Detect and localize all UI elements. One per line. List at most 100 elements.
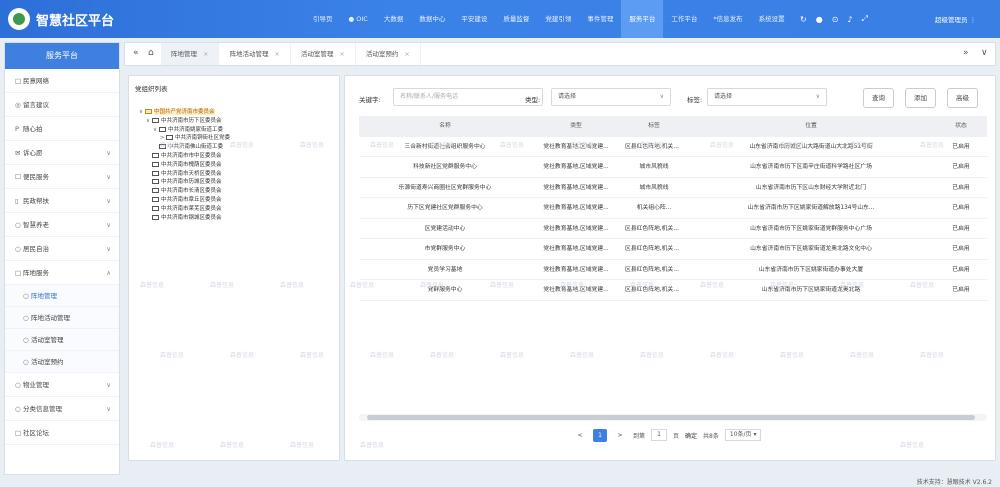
tree-node[interactable]: 中共济南市章丘区委员会 — [139, 196, 230, 205]
advanced-button[interactable]: 高级 — [947, 88, 978, 108]
column-header: 名称 — [439, 123, 451, 129]
top-nav-item[interactable]: 大数据 — [376, 0, 412, 38]
sidebar-item[interactable]: ○ 智慧养老 ∨ — [5, 213, 119, 237]
tab-menu-chevron-icon[interactable]: ∨ — [981, 48, 988, 58]
table-cell: 已启用 — [952, 266, 970, 273]
tree-node[interactable]: 中共济南市天桥区委员会 — [139, 170, 230, 179]
top-nav-item[interactable]: 事件管理 — [579, 0, 621, 38]
top-nav-item[interactable]: 党建引领 — [537, 0, 579, 38]
table-row[interactable]: 区党建活动中心 党社教育基地,区域党建... 区县红色阵地,机关组心阵... 山东省济… — [359, 219, 987, 239]
sidebar-item[interactable]: ○ 分类信息管理 ∨ — [5, 397, 119, 421]
sidebar-subitem[interactable]: ○ 活动室预约 — [5, 351, 119, 373]
tag-select[interactable]: 请选择 ∨ — [707, 88, 827, 106]
top-nav-item[interactable]: 平安建设 — [453, 0, 495, 38]
sidebar: 服务平台 □ 民意网络 ◎ 留言建议 P 随心拍 ✉ 诉心愿 ∨ ☐ 便民服务 ∨ ▯ 民政帮扶 ∨ ○ 智慧养… — [4, 42, 120, 475]
tab-scroll-right-icon[interactable]: » — [963, 48, 969, 58]
tab-item[interactable]: 活动室管理 × — [291, 43, 356, 65]
table-row[interactable]: 党群服务中心 党社教育基地,区域党建... 区县红色阵地,机关组心阵... 山东省济南… — [359, 280, 987, 301]
keyword-input[interactable]: 名称/联系人/服务电话 — [393, 88, 543, 106]
sidebar-item[interactable]: ✉ 诉心愿 ∨ — [5, 141, 119, 165]
user-menu[interactable]: 超级管理员 ⋮ — [935, 14, 976, 24]
tree-node[interactable]: 中共济南佛山街道工委 — [139, 143, 230, 152]
horizontal-scrollbar[interactable] — [359, 414, 987, 421]
home-icon[interactable]: ⌂ — [148, 48, 154, 58]
goto-page-input[interactable]: 1 — [651, 429, 668, 441]
top-nav-item[interactable]: *信息发布 — [705, 0, 750, 38]
top-nav-item[interactable]: 质量监督 — [495, 0, 537, 38]
tree-node-label: 中共济南佛山街道工委 — [168, 144, 224, 151]
sidebar-subitem[interactable]: ○ 阵地管理 — [5, 285, 119, 307]
tree-node[interactable]: 中共济南市钢城区委员会 — [139, 214, 230, 223]
sidebar-subitem[interactable]: ○ 阵地活动管理 — [5, 307, 119, 329]
scrollbar-thumb[interactable] — [367, 415, 975, 420]
top-nav-item[interactable]: 引导页 — [305, 0, 341, 38]
sidebar-item[interactable]: ▯ 民政帮扶 ∨ — [5, 189, 119, 213]
tree-node[interactable]: 中共济南市历城区委员会 — [139, 178, 230, 187]
table-row[interactable]: 乐源街道寿兴商圈社区党群服务中心 党社教育基地,区域党建... 城市风貌线 山东省济南… — [359, 178, 987, 198]
sidebar-subitem-label: 阵地管理 — [31, 292, 57, 300]
table-row[interactable]: 市党群服务中心 党社教育基地,区域党建... 区县红色阵地,机关组心阵... 山东省济… — [359, 239, 987, 260]
tree-node[interactable]: ∨ 中国共产党济南市委员会 — [139, 108, 230, 117]
table-cell: 三合新村街道社会组织服务中心 — [404, 143, 486, 150]
top-nav-item[interactable]: 数据中心 — [411, 0, 453, 38]
table-row[interactable]: 党员学习基地 党社教育基地,区域党建... 区县红色阵地,机关组心阵... 山东省济南… — [359, 260, 987, 280]
table-row[interactable]: 历下区党建社区党群服务中心 党社教育基地,区域党建... 机关组心阵... 山东省济南… — [359, 198, 987, 219]
table-row[interactable]: 三合新村街道社会组织服务中心 党社教育基地,区域党建... 区县红色阵地,机关组心阵… — [359, 137, 987, 157]
lock-icon[interactable]: ⊙ — [832, 15, 839, 24]
tree-node-label: 中共济南铜街社区党委 — [175, 135, 231, 142]
refresh-icon[interactable]: ↻ — [800, 15, 807, 24]
top-nav-item[interactable]: 工作平台 — [663, 0, 705, 38]
tab-item[interactable]: 活动室预约 × — [356, 43, 421, 65]
close-icon[interactable]: × — [274, 50, 279, 58]
sidebar-item[interactable]: ☐ 便民服务 ∨ — [5, 165, 119, 189]
sidebar-item[interactable]: ○ 物业管理 ∨ — [5, 373, 119, 397]
sidebar-item[interactable]: □ 社区论坛 — [5, 421, 119, 445]
tab-item[interactable]: 阵地活动管理 × — [219, 43, 291, 65]
top-nav-item[interactable]: ● OIC — [341, 0, 376, 38]
sidebar-item[interactable]: □ 阵地服务 ∧ — [5, 261, 119, 285]
page-button-current[interactable]: 1 — [593, 428, 607, 442]
fullscreen-icon[interactable]: ⤢ — [862, 14, 868, 24]
table-row[interactable]: 科技新社区党群服务中心 党社教育基地,区域党建... 城市风貌线 山东省济南市历下区南… — [359, 157, 987, 178]
top-nav-item[interactable]: 系统设置 — [751, 0, 793, 38]
tree-node[interactable]: 中共济南市槐荫区委员会 — [139, 161, 230, 170]
sidebar-item-label: 智慧养老 — [23, 221, 49, 229]
query-button[interactable]: 查询 — [863, 88, 894, 108]
sidebar-item[interactable]: □ 民意网络 — [5, 69, 119, 93]
type-select[interactable]: 请选择 ∨ — [551, 88, 671, 106]
sidebar-item[interactable]: ◎ 留言建议 — [5, 93, 119, 117]
tree-node-label: 中共济南市钢城区委员会 — [161, 214, 222, 221]
folder-icon — [159, 144, 166, 150]
close-icon[interactable]: × — [404, 50, 409, 58]
next-page-button[interactable]: > — [613, 429, 627, 442]
column-header: 位置 — [805, 123, 817, 129]
tree-node[interactable]: 中共济南市市中区委员会 — [139, 152, 230, 161]
tab-scroll-left-icon[interactable]: « — [133, 48, 139, 58]
bell-icon[interactable]: ♪ — [847, 15, 852, 24]
top-nav-item[interactable]: 服务平台 — [621, 0, 664, 38]
prev-page-button[interactable]: < — [573, 429, 587, 442]
close-icon[interactable]: × — [203, 50, 208, 58]
tree-node[interactable]: ∨ 中共济南市历下区委员会 — [139, 117, 230, 126]
page-size-select[interactable]: 10条/页 ▾ — [724, 429, 762, 441]
folder-icon — [152, 205, 159, 211]
tree-node[interactable]: 中共济南市莱芜区委员会 — [139, 205, 230, 214]
sidebar-item-label: 民意网络 — [23, 77, 49, 85]
close-icon[interactable]: × — [339, 50, 344, 58]
tab-item[interactable]: 阵地管理 × — [161, 43, 220, 65]
tree-node[interactable]: 中共济南市长清区委员会 — [139, 187, 230, 196]
tag-select-value: 请选择 — [714, 93, 733, 100]
sidebar-item[interactable]: ○ 居民自治 ∨ — [5, 237, 119, 261]
notification-icon[interactable]: ● — [816, 15, 823, 24]
tree-node[interactable]: > 中共济南铜街社区党委 — [139, 134, 230, 143]
tree-node[interactable]: ∨ 中共济南姚家街道工委 — [139, 126, 230, 135]
table-cell: 党社教育基地,区域党建... — [543, 143, 609, 150]
add-button[interactable]: 添加 — [905, 88, 936, 108]
chevron-icon: ∨ — [106, 381, 111, 389]
sidebar-item[interactable]: P 随心拍 — [5, 117, 119, 141]
goto-confirm-button[interactable]: 确定 — [685, 431, 697, 440]
sidebar-item-label: 阵地服务 — [23, 269, 49, 277]
sidebar-subitem-label: 活动室预约 — [31, 358, 64, 366]
sidebar-subitem[interactable]: ○ 活动室管理 — [5, 329, 119, 351]
table-cell: 党社教育基地,区域党建... — [543, 184, 609, 191]
